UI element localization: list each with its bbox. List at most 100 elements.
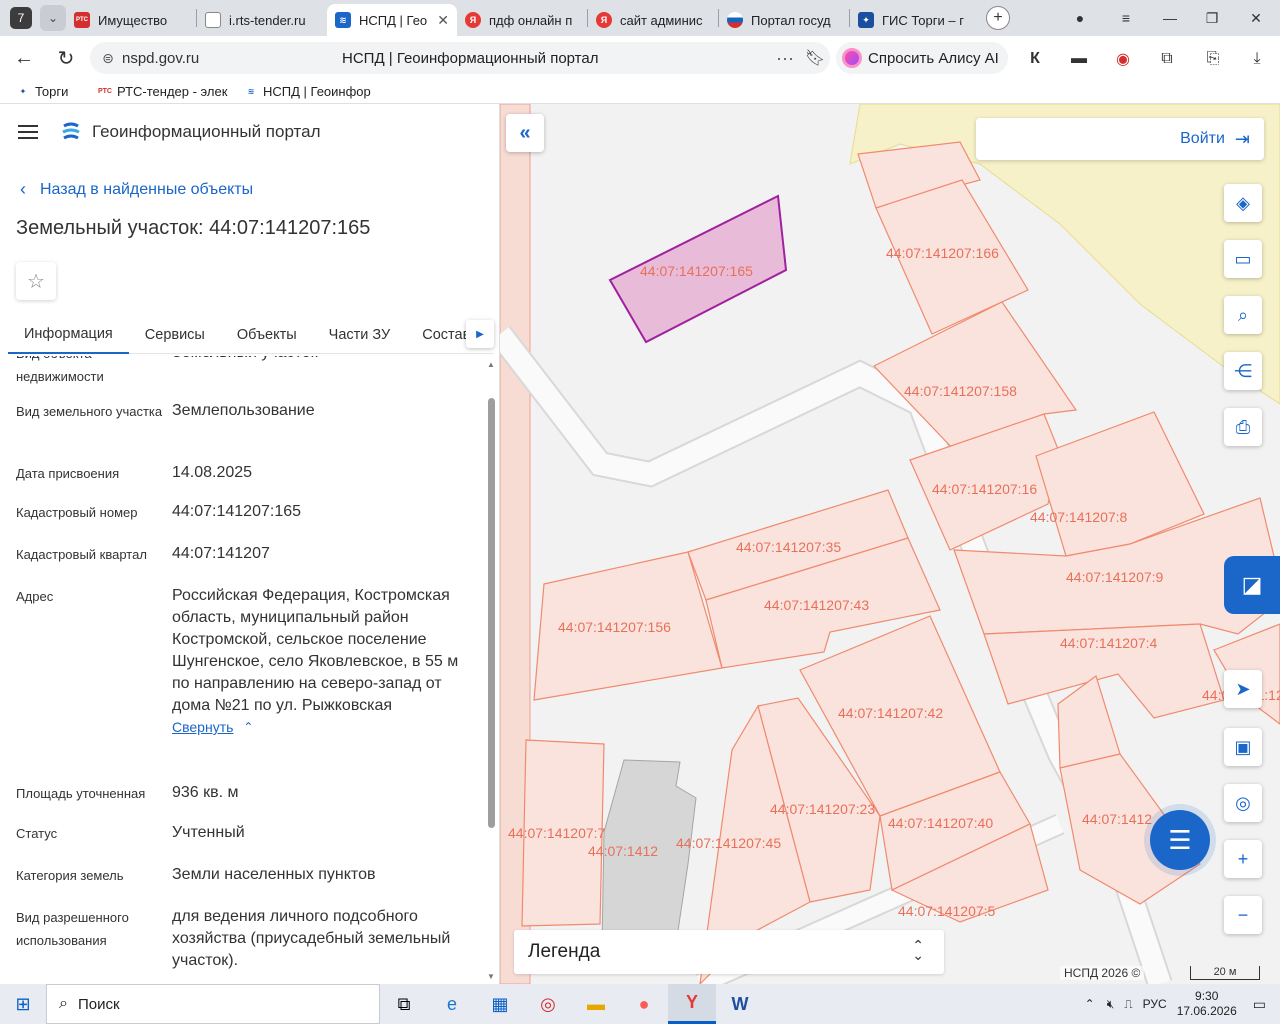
property-value: Земельный участок [172, 356, 472, 388]
windows-taskbar: ⊞ ⌕ Поиск ⧉ e ▦ ◎ ▬ ● Y W ⌃ 🔇︎ ⎍ РУС 9:3… [0, 984, 1280, 1024]
task-view-icon[interactable]: ⧉ [380, 984, 428, 1024]
tab-objects[interactable]: Объекты [221, 316, 313, 354]
tab-list-chevron-icon[interactable]: ⌄ [40, 5, 66, 31]
scroll-up-arrow-icon[interactable]: ▲ [486, 360, 496, 370]
layers-button[interactable]: ◈ [1224, 184, 1262, 222]
tabs-scroll-right-button[interactable]: ▶ [466, 320, 494, 348]
hamburger-menu-icon[interactable] [18, 125, 38, 139]
language-indicator[interactable]: РУС [1143, 997, 1167, 1011]
share-button[interactable]: ⋲ [1224, 352, 1262, 390]
kontur-extension-icon[interactable]: К [1024, 48, 1046, 70]
collapse-address-link[interactable]: Свернуть ⌃ [172, 719, 472, 735]
bookmarks-bar: ✦ Торги РТС РТС-тендер - элек ≋ НСПД | Г… [0, 80, 1280, 104]
bookmark-nspd[interactable]: ≋ НСПД | Геоинфор [244, 84, 434, 99]
chat-support-button[interactable]: ☰ [1150, 810, 1210, 870]
extension-badge-icon[interactable]: ◉ [1112, 48, 1134, 70]
property-value: 44:07:141207 [172, 545, 270, 562]
bookmark-icon[interactable]: 🔖︎ [800, 48, 830, 68]
scroll-down-arrow-icon[interactable]: ▼ [486, 972, 496, 982]
bookmark-torgi[interactable]: ✦ Торги [16, 84, 86, 99]
panel-scrollbar[interactable]: ▲ ▼ [486, 360, 496, 984]
browser-tab-6[interactable]: Портал госуд [719, 4, 849, 36]
notifications-icon[interactable]: ▭ [1253, 996, 1266, 1013]
show-hidden-icons-icon[interactable]: ⌃ [1085, 997, 1095, 1011]
tab-information[interactable]: Информация [8, 316, 129, 354]
url-text[interactable]: nspd.gov.ru [122, 50, 342, 67]
browser-tab-1[interactable]: РТС Имущество [66, 4, 196, 36]
parcel-label: 44:07:141207:166 [886, 245, 999, 261]
taskbar-search[interactable]: ⌕ Поиск [46, 984, 380, 1024]
downloads-icon[interactable]: ⤓ [1246, 48, 1268, 70]
select-area-button[interactable]: ⌕ [1224, 296, 1262, 334]
alice-icon [842, 48, 862, 68]
object-info-panel: Геоинформационный портал ‹ Назад в найде… [0, 104, 500, 984]
login-button[interactable]: Войти ⇥ [976, 118, 1264, 160]
favorite-star-button[interactable]: ☆ [16, 262, 56, 300]
ccleaner-icon[interactable]: ◎ [524, 984, 572, 1024]
property-row: Площадь уточненная 936 кв. м [16, 782, 476, 805]
tab-title: i.rts-tender.ru [229, 12, 306, 28]
profile-icon[interactable]: ● [1060, 0, 1100, 36]
new-tab-button[interactable]: + [986, 6, 1010, 30]
restore-icon[interactable]: ❐ [1192, 0, 1232, 36]
minimap-button[interactable]: ▣ [1224, 728, 1262, 766]
browser-tab-2[interactable]: i.rts-tender.ru [197, 4, 327, 36]
property-label: Статус [16, 826, 58, 841]
property-label: Категория земель [16, 868, 124, 883]
yandex-browser-icon[interactable]: Y [668, 984, 716, 1024]
word-icon[interactable]: W [716, 984, 764, 1024]
parcel-label: 44:07:141207:5 [898, 903, 996, 919]
extension-icon[interactable]: ▬ [1068, 48, 1090, 70]
legend-bar[interactable]: Легенда ⌃ ⌄ [514, 930, 944, 974]
chevron-up-icon: ⌃ [243, 720, 254, 734]
properties-list: Вид объекта недвижимости Земельный участ… [0, 356, 486, 984]
ruler-button[interactable]: ▭ [1224, 240, 1262, 278]
clock[interactable]: 9:30 17.06.2026 [1177, 989, 1237, 1019]
parcel-label: 44:07:141207:45 [676, 835, 781, 851]
extensions-puzzle-icon[interactable]: ⧉ [1156, 48, 1178, 70]
browser-tab-7[interactable]: ✦ ГИС Торги – г [850, 4, 980, 36]
back-to-results-link[interactable]: ‹ Назад в найденные объекты [20, 179, 253, 200]
omnibox[interactable]: ⊜ nspd.gov.ru НСПД | Геоинформационный п… [90, 42, 830, 74]
network-icon[interactable]: ⎍ [1124, 997, 1132, 1012]
bookmark-rts[interactable]: РТС РТС-тендер - элек [98, 84, 228, 99]
file-explorer-icon[interactable]: ▬ [572, 984, 620, 1024]
more-options-icon[interactable]: ··· [770, 48, 800, 69]
tab-count-badge[interactable]: 7 [10, 7, 32, 29]
browser-tab-4[interactable]: Я пдф онлайн п [457, 4, 587, 36]
geolocation-button[interactable]: ➤ [1224, 670, 1262, 708]
windows-start-icon[interactable]: ⊞ [0, 984, 46, 1024]
collapse-panel-button[interactable]: « [506, 114, 544, 152]
calculator-icon[interactable]: ▦ [476, 984, 524, 1024]
browser-tab-active[interactable]: ≋ НСПД | Гео ✕ [327, 4, 457, 36]
cadastral-map[interactable]: 44:07:141207:165 44:07:141207:166 44:07:… [500, 104, 1280, 984]
collections-icon[interactable]: ⎘ [1202, 48, 1224, 70]
search-label: Поиск [77, 995, 120, 1013]
collapse-label: Свернуть [172, 719, 234, 735]
volume-muted-icon[interactable]: 🔇︎ [1107, 997, 1115, 1012]
nspd-side-widget-icon[interactable]: ◪ [1224, 556, 1280, 614]
legend-toggle-icon[interactable]: ⌃ ⌄ [912, 938, 924, 962]
tab-parcel-parts[interactable]: Части ЗУ [313, 316, 407, 354]
property-value: Учтенный [172, 824, 245, 841]
ask-alice-button[interactable]: Спросить Алису AI [836, 42, 1008, 74]
zoom-out-button[interactable]: − [1224, 896, 1262, 934]
scrollbar-thumb[interactable] [488, 398, 495, 828]
browser-tab-5[interactable]: Я сайт админис [588, 4, 718, 36]
portal-name[interactable]: Геоинформационный портал [92, 122, 321, 142]
close-tab-icon[interactable]: ✕ [437, 12, 449, 29]
search-location-button[interactable]: ◎ [1224, 784, 1262, 822]
paint-drop-icon[interactable]: ● [620, 984, 668, 1024]
site-info-icon[interactable]: ⊜ [94, 50, 122, 67]
zoom-in-button[interactable]: + [1224, 840, 1262, 878]
back-arrow-icon[interactable]: ← [6, 40, 42, 76]
menu-icon[interactable]: ≡ [1106, 0, 1146, 36]
tab-services[interactable]: Сервисы [129, 316, 221, 354]
edge-icon[interactable]: e [428, 984, 476, 1024]
search-icon: ⌕ [59, 995, 68, 1012]
property-value: для ведения личного подсобного хозяйства… [172, 908, 451, 969]
minimize-icon[interactable]: — [1150, 0, 1190, 36]
reload-icon[interactable]: ↻ [48, 40, 84, 76]
close-window-icon[interactable]: ✕ [1236, 0, 1276, 36]
print-button[interactable]: ⎙ [1224, 408, 1262, 446]
